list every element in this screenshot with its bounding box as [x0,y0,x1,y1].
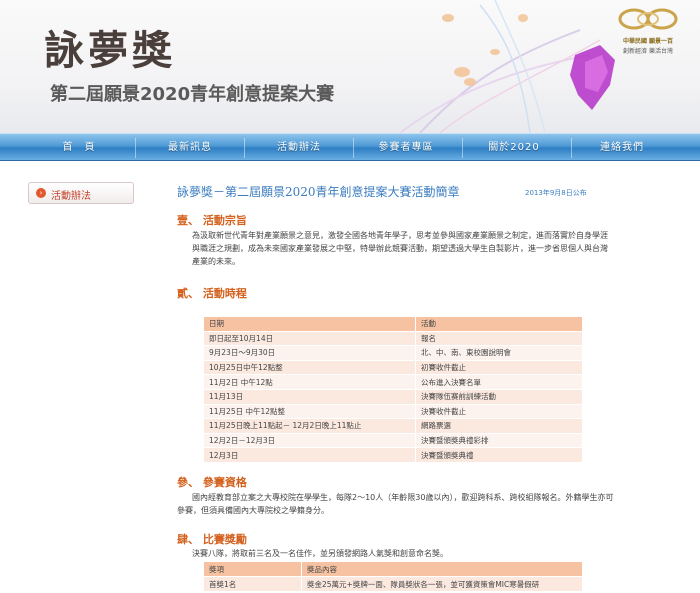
cell-activity: 決賽收件截止 [415,403,583,420]
column-header-activity: 活動 [415,316,583,332]
cell-activity: 決賽隊伍赛前訓練活動 [415,388,583,405]
nav-news[interactable]: 最新訊息 [136,134,244,162]
cell-date: 即日起至10月14日 [203,330,416,347]
column-header-award: 獎項 [203,561,302,577]
nav-participants[interactable]: 參賽者專區 [352,134,460,162]
nav-home[interactable]: 首 頁 [25,134,133,162]
section-text-eligibility: 國內經教育部立案之大專校院在學學生，每隊2～10人（年齡限30歲以內），歡迎跨科… [177,493,614,515]
table-row: 12月2日－12月3日 決賽暨頒獎典禮彩排 [203,432,583,449]
cell-date: 12月2日－12月3日 [203,432,416,449]
table-row: 10月25日中午12點整 初賽收件截止 [203,359,583,376]
sidebar-item-label: 活動辦法 [51,191,91,202]
section-text-awards: 決賽八隊，將取前三名及一名佳作，並另頒發網路人氣獎和創意命名獎。 [192,549,448,558]
section-heading-awards: 肆、 比賽獎勵 [177,533,247,546]
table-header-row: 日期 活動 [203,316,583,332]
table-row: 即日起至10月14日 報名 [203,330,583,347]
nav-about[interactable]: 關於2020 [460,134,568,162]
table-row: 9月23日～9月30日 北、中、南、東校園說明會 [203,345,583,361]
column-header-date: 日期 [203,316,416,332]
table-header-row: 獎項 獎品內容 [203,561,583,577]
cell-date: 10月25日中午12點整 [203,359,416,376]
section-heading-purpose: 壹、 活動宗旨 [177,214,247,227]
schedule-table: 日期 活動 即日起至10月14日 報名 9月23日～9月30日 北、中、南、東校… [203,316,583,463]
prize-table: 獎項 獎品內容 首獎1名 獎金25萬元+獎牌一面、隊員獎狀各一張，並可獲資策會M… [203,561,583,592]
cell-activity: 報名 [415,330,583,347]
table-row: 11月2日 中午12點 公布進入決賽名單 [203,374,583,390]
cell-activity: 決賽暨頒獎典禮彩排 [415,432,583,449]
column-header-prize: 獎品內容 [301,561,583,577]
page-title: 詠夢獎－第二屆願景2020青年創意提案大賽活動簡章 [177,185,460,199]
table-row: 11月25日 中午12點整 決賽收件截止 [203,403,583,420]
cell-date: 11月25日晚上11點起－ 12月2日晚上11點止 [203,418,416,434]
publish-date: 2013年9月8日公布 [525,189,587,197]
cell-date: 9月23日～9月30日 [203,345,416,361]
logo-line2: 創新經濟 樂活台灣 [623,48,673,55]
section-heading-eligibility: 參、 參賽資格 [177,476,247,489]
logo-emblem-icon [618,8,678,30]
cell-date: 11月13日 [203,388,416,405]
sidebar-item-rules[interactable]: › 活動辦法 [28,182,134,204]
table-row: 首獎1名 獎金25萬元+獎牌一面、隊員獎狀各一張，並可獲資策會MIC寒暑假研 [203,576,583,592]
cell-activity: 決賽暨頒獎典禮 [415,447,583,463]
cell-award: 首獎1名 [203,576,302,592]
header-banner: 詠夢獎 第二屆願景2020青年創意提案大賽 中華民國 願景一百 創新經濟 樂活台… [0,0,700,133]
nav-contact[interactable]: 連絡我們 [568,134,676,162]
cell-activity: 北、中、南、東校園說明會 [415,345,583,361]
table-row: 12月3日 決賽暨頒獎典禮 [203,447,583,463]
nav-rules[interactable]: 活動辦法 [245,134,353,162]
butterfly-swirl-graphic [399,0,615,133]
cell-date: 12月3日 [203,447,416,463]
arrow-right-icon: › [36,188,46,198]
main-nav: 首 頁 最新訊息 活動辦法 參賽者專區 關於2020 連絡我們 [0,133,700,161]
cell-date: 11月2日 中午12點 [203,374,416,390]
logo-line1: 中華民國 願景一百 [622,38,674,45]
section-text-purpose: 為汲取新世代青年對產業願景之意見，激發全國各地青年學子，思考並參與國家產業願景之… [192,231,608,266]
cell-activity: 公布進入決賽名單 [415,374,583,390]
site-subtitle: 第二屆願景2020青年創意提案大賽 [50,84,335,105]
table-row: 11月13日 決賽隊伍赛前訓練活動 [203,388,583,405]
table-row: 11月25日晚上11點起－ 12月2日晚上11點止 網路票選 [203,418,583,434]
vision-logo[interactable]: 中華民國 願景一百 創新經濟 樂活台灣 [614,4,682,60]
cell-activity: 網路票選 [415,418,583,434]
cell-activity: 初賽收件截止 [415,359,583,376]
site-title: 詠夢獎 [44,27,176,74]
cell-date: 11月25日 中午12點整 [203,403,416,420]
section-heading-schedule: 貳、 活動時程 [177,287,247,300]
cell-prize: 獎金25萬元+獎牌一面、隊員獎狀各一張，並可獲資策會MIC寒暑假研 [301,576,583,592]
